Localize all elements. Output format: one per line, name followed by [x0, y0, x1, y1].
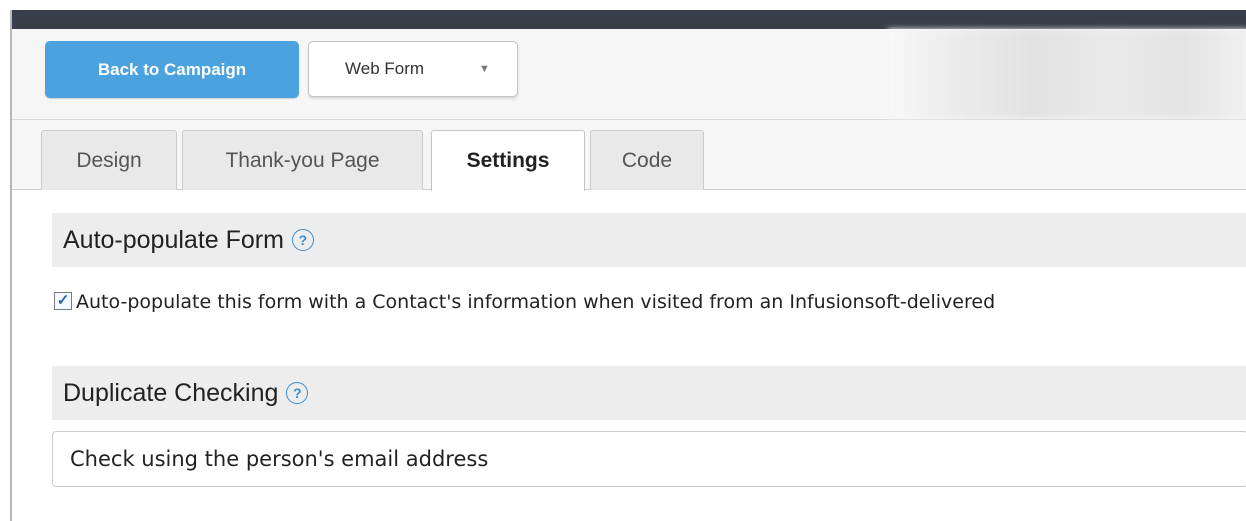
- autopopulate-checkbox-label[interactable]: Auto-populate this form with a Contact's…: [76, 291, 995, 313]
- autopopulate-checkbox[interactable]: ✓: [54, 292, 72, 310]
- web-form-dropdown-label: Web Form: [345, 59, 425, 78]
- web-form-editor: Back to Campaign Web Form ▼ Design Thank…: [10, 10, 1246, 521]
- help-icon[interactable]: ?: [286, 382, 309, 404]
- duplicate-section-header: Duplicate Checking?: [52, 366, 1246, 420]
- caret-down-icon: ▼: [479, 63, 490, 75]
- tab-settings[interactable]: Settings: [431, 130, 585, 191]
- tab-design[interactable]: Design: [41, 130, 177, 190]
- web-form-dropdown[interactable]: Web Form ▼: [308, 41, 518, 97]
- autopopulate-section-header: Auto-populate Form?: [52, 213, 1246, 267]
- duplicate-check-select[interactable]: Check using the person's email address: [52, 431, 1246, 487]
- autopopulate-title: Auto-populate Form: [63, 226, 284, 254]
- tab-bar: Design Thank-you Page Settings Code: [12, 120, 1246, 191]
- tab-thank-you-page[interactable]: Thank-you Page: [182, 130, 423, 190]
- blurred-region: [888, 29, 1246, 119]
- toolbar: Back to Campaign Web Form ▼: [12, 29, 1246, 120]
- duplicate-title: Duplicate Checking: [63, 379, 279, 407]
- top-bar: [12, 10, 1246, 29]
- tab-code[interactable]: Code: [590, 130, 704, 190]
- help-icon[interactable]: ?: [291, 229, 314, 251]
- back-to-campaign-button[interactable]: Back to Campaign: [45, 41, 299, 98]
